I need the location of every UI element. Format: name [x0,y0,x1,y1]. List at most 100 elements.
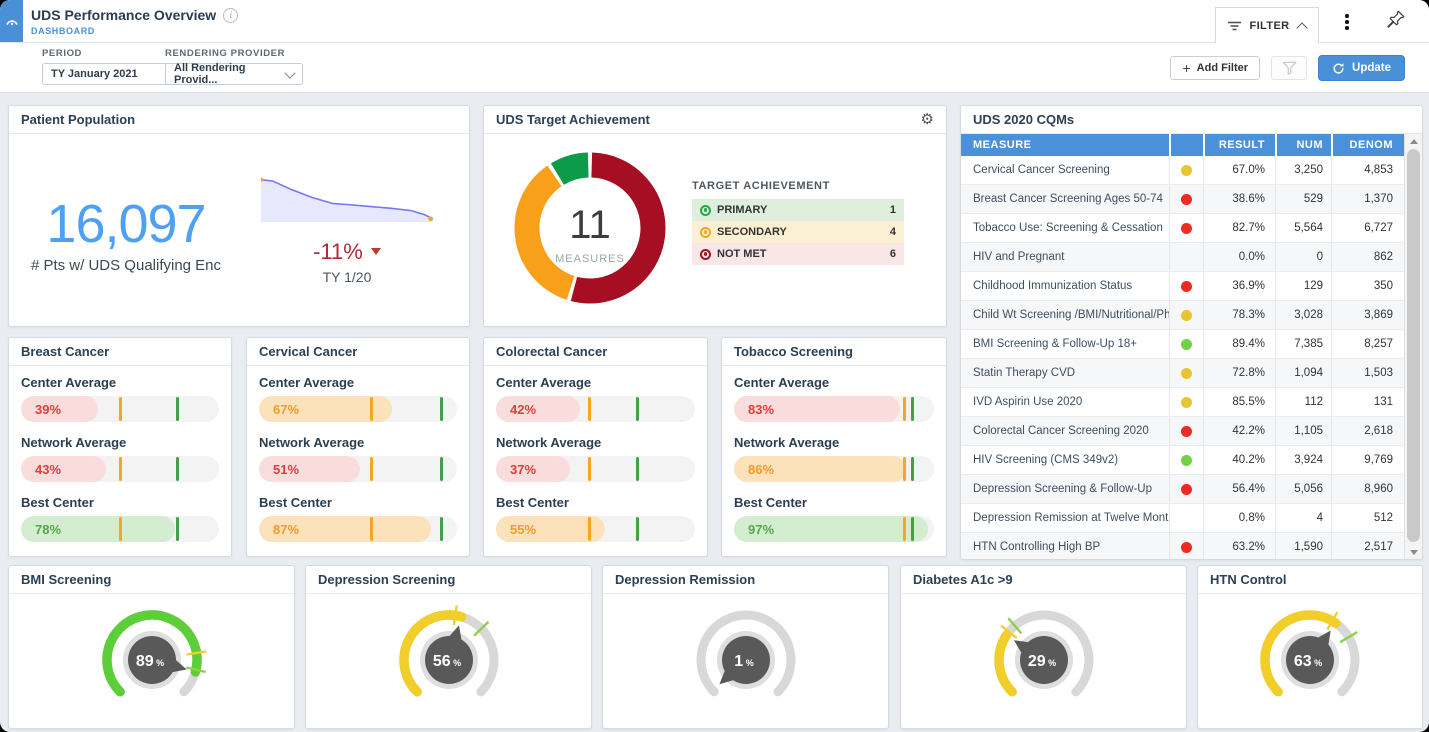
cqm-table-row[interactable]: Child Wt Screening /BMI/Nutritional/Phys… [961,301,1405,330]
cervical-cancer-card: Cervical Cancer Center Average67%Network… [246,337,470,557]
add-filter-button[interactable]: + Add Filter [1170,56,1260,80]
status-dot-yellow [1181,368,1192,379]
result-value: 0.8% [1203,504,1275,532]
bullet-section: Center Average39% [21,375,219,422]
cqm-table-row[interactable]: Breast Cancer Screening Ages 50-7438.6%5… [961,185,1405,214]
col-denom[interactable]: DENOM [1331,134,1405,156]
funnel-filter-button[interactable] [1271,56,1307,80]
filter-lines-icon [1228,21,1241,31]
denom-value: 131 [1331,388,1405,416]
col-status[interactable] [1169,134,1203,156]
measure-name: HTN Controlling High BP [961,533,1169,560]
measure-name: Depression Remission at Twelve Months [961,504,1169,532]
denom-value: 2,618 [1331,417,1405,445]
status-cell [1169,243,1203,271]
cqm-table-row[interactable]: Tobacco Use: Screening & Cessation82.7%5… [961,214,1405,243]
filter-toggle-button[interactable]: FILTER [1215,7,1319,43]
target-ring-icon [700,249,711,260]
cqm-table-row[interactable]: HTN Controlling High BP63.2%1,5902,517 [961,533,1405,560]
bullet-track: 83% [734,396,934,422]
result-value: 85.5% [1203,388,1275,416]
primary-target-tick [911,517,914,541]
bullet-fill: 97% [734,516,928,542]
bullet-fill: 37% [496,456,570,482]
measure-name: Depression Screening & Follow-Up [961,475,1169,503]
measure-name: Childhood Immunization Status [961,272,1169,300]
cqm-table-row[interactable]: Childhood Immunization Status36.9%129350 [961,272,1405,301]
bullet-label: Network Average [21,435,219,450]
cqm-table-row[interactable]: IVD Aspirin Use 202085.5%112131 [961,388,1405,417]
scrollbar-thumb[interactable] [1407,149,1420,542]
app-header: UDS Performance Overview i DASHBOARD FIL… [0,0,1429,43]
bullet-track: 43% [21,456,219,482]
more-options-button[interactable] [1337,10,1357,34]
col-result[interactable]: RESULT [1203,134,1275,156]
bullet-label: Center Average [734,375,934,390]
legend-row-not-met[interactable]: NOT MET6 [692,243,904,265]
status-cell [1169,156,1203,184]
card-title: Breast Cancer [21,344,109,359]
cqm-table-row[interactable]: Cervical Cancer Screening67.0%3,2504,853 [961,156,1405,185]
status-cell [1169,504,1203,532]
bullet-fill: 42% [496,396,580,422]
cqm-table-row[interactable]: BMI Screening & Follow-Up 18+89.4%7,3858… [961,330,1405,359]
update-button[interactable]: Update [1318,55,1405,81]
legend-row-secondary[interactable]: SECONDARY4 [692,221,904,243]
num-value: 1,105 [1275,417,1331,445]
col-measure[interactable]: MEASURE [961,134,1169,156]
result-value: 38.6% [1203,185,1275,213]
patient-population-card: Patient Population 16,097 # Pts w/ UDS Q… [8,105,470,327]
num-value: 3,924 [1275,446,1331,474]
num-value: 4 [1275,504,1331,532]
legend-label: PRIMARY [717,204,767,216]
scroll-up-arrow-icon[interactable] [1405,134,1422,148]
htn-control-gauge: 63 % [1225,596,1395,727]
card-title: Colorectal Cancer [496,344,607,359]
provider-select[interactable]: All Rendering Provid... [165,63,303,85]
result-value: 36.9% [1203,272,1275,300]
denom-value: 2,517 [1331,533,1405,560]
delta-value: -11% [313,239,363,265]
legend-row-primary[interactable]: PRIMARY1 [692,199,904,221]
cqms-card: UDS 2020 CQMs MEASURE RESULT NUM DENOM C… [960,105,1423,560]
bullet-fill: 43% [21,456,106,482]
table-scrollbar[interactable] [1404,134,1422,559]
result-value: 82.7% [1203,214,1275,242]
cqm-table-row[interactable]: HIV and Pregnant0.0%0862 [961,243,1405,272]
depression-screening-gauge: 56 % [364,596,534,727]
cqm-table-row[interactable]: HIV Screening (CMS 349v2)40.2%3,9249,769 [961,446,1405,475]
status-cell [1169,214,1203,242]
trend-sparkline [243,176,451,231]
bullet-track: 87% [259,516,457,542]
cqm-table-row[interactable]: Depression Remission at Twelve Months 0.8… [961,504,1405,533]
status-cell [1169,301,1203,329]
card-title: Diabetes A1c >9 [913,572,1013,587]
num-value: 0 [1275,243,1331,271]
pin-icon[interactable] [1385,8,1407,35]
bullet-label: Best Center [496,495,695,510]
denom-value: 3,869 [1331,301,1405,329]
dashboard-window: UDS Performance Overview i DASHBOARD FIL… [0,0,1429,732]
status-cell [1169,417,1203,445]
bullet-label: Network Average [734,435,934,450]
target-ring-icon [700,205,711,216]
info-icon[interactable]: i [223,8,238,23]
status-dot-yellow [1181,310,1192,321]
cqm-table-row[interactable]: Colorectal Cancer Screening 202042.2%1,1… [961,417,1405,446]
primary-target-tick [636,517,639,541]
result-value: 0.0% [1203,243,1275,271]
col-num[interactable]: NUM [1275,134,1331,156]
denom-value: 350 [1331,272,1405,300]
primary-target-tick [911,397,914,421]
bullet-track: 78% [21,516,219,542]
bmi-screening-card: BMI Screening 89 % [8,565,295,729]
card-title: Depression Remission [615,572,755,587]
htn-control-card: HTN Control 63 % [1197,565,1423,729]
card-title: HTN Control [1210,572,1287,587]
cqm-table-row[interactable]: Depression Screening & Follow-Up56.4%5,0… [961,475,1405,504]
gear-icon[interactable]: ⚙ [921,112,934,127]
plus-icon: + [1182,60,1190,76]
cqm-table-row[interactable]: Statin Therapy CVD72.8%1,0941,503 [961,359,1405,388]
scroll-down-arrow-icon[interactable] [1405,545,1422,559]
bullet-section: Best Center78% [21,495,219,542]
